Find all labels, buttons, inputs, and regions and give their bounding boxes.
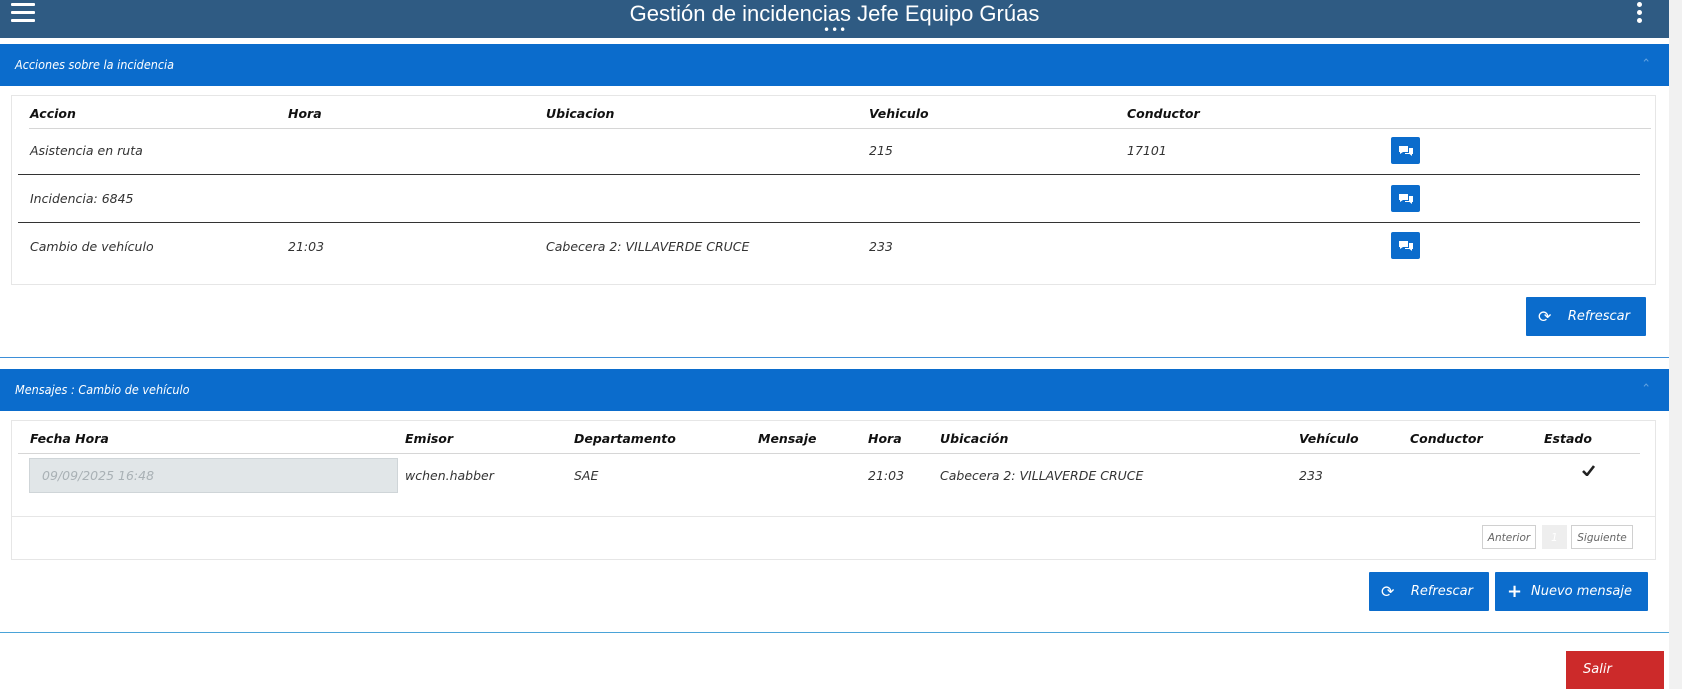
- mensajes-panel-header[interactable]: Mensajes : Cambio de vehículo ⌃: [0, 369, 1669, 411]
- row-divider: [18, 222, 1640, 223]
- col-conductor: Conductor: [1410, 431, 1483, 446]
- chevron-up-icon[interactable]: ⌃: [1641, 44, 1651, 86]
- hora-cell: 21:03: [288, 239, 325, 254]
- plus-icon: +: [1507, 581, 1523, 602]
- exit-button[interactable]: Salir: [1566, 651, 1664, 689]
- accion-cell: Asistencia en ruta: [30, 143, 143, 158]
- vehiculo-cell: 233: [869, 239, 893, 254]
- comments-icon: [1398, 145, 1413, 156]
- emisor-cell: wchen.habber: [405, 468, 494, 483]
- departamento-cell: SAE: [574, 468, 599, 483]
- col-estado: Estado: [1544, 431, 1592, 446]
- row-divider: [18, 174, 1640, 175]
- pager-prev-button[interactable]: Anterior: [1482, 525, 1536, 549]
- col-fecha-hora: Fecha Hora: [30, 431, 109, 446]
- chat-button[interactable]: [1391, 185, 1420, 212]
- col-departamento: Departamento: [574, 431, 676, 446]
- comments-icon: [1398, 240, 1413, 251]
- col-hora: Hora: [868, 431, 902, 446]
- checkmark-icon: [1582, 465, 1595, 476]
- ubicacion-cell: Cabecera 2: VILLAVERDE CRUCE: [546, 239, 750, 254]
- refresh-icon: ⟳: [1538, 307, 1552, 326]
- vehiculo-cell: 215: [869, 143, 893, 158]
- top-bar: Gestión de incidencias Jefe Equipo Grúas…: [0, 0, 1669, 38]
- chat-button[interactable]: [1391, 232, 1420, 259]
- accion-cell: Incidencia: 6845: [30, 191, 134, 206]
- section-divider: [0, 632, 1669, 633]
- pager-page-button[interactable]: 1: [1542, 525, 1567, 549]
- col-hora: Hora: [288, 106, 322, 121]
- fecha-hora-field[interactable]: 09/09/2025 16:48: [29, 458, 398, 493]
- title-dots[interactable]: •••: [823, 24, 847, 36]
- header-divider: [18, 453, 1640, 454]
- col-emisor: Emisor: [405, 431, 454, 446]
- col-accion: Accion: [30, 106, 76, 121]
- page-scrollbar[interactable]: [1669, 0, 1682, 689]
- acciones-panel-title: Acciones sobre la incidencia: [15, 57, 175, 72]
- comments-icon: [1398, 193, 1413, 204]
- pager-divider: [12, 516, 1655, 517]
- kebab-menu-icon[interactable]: [1634, 2, 1644, 26]
- accion-cell: Cambio de vehículo: [30, 239, 154, 254]
- mensajes-panel-title: Mensajes : Cambio de vehículo: [15, 382, 190, 397]
- col-conductor: Conductor: [1127, 106, 1200, 121]
- chat-button[interactable]: [1391, 137, 1420, 164]
- nuevo-mensaje-button[interactable]: + Nuevo mensaje: [1495, 572, 1648, 611]
- pager-next-button[interactable]: Siguiente: [1571, 525, 1633, 549]
- hora-cell: 21:03: [868, 468, 905, 483]
- col-ubicacion: Ubicación: [940, 431, 1009, 446]
- vehiculo-cell: 233: [1299, 468, 1323, 483]
- acciones-panel-header[interactable]: Acciones sobre la incidencia ⌃: [0, 44, 1669, 86]
- conductor-cell: 17101: [1127, 143, 1167, 158]
- section-divider: [0, 357, 1669, 358]
- refresh-icon: ⟳: [1381, 582, 1395, 601]
- acciones-refresh-button[interactable]: ⟳ Refrescar: [1526, 297, 1646, 336]
- header-divider: [29, 128, 1651, 129]
- col-vehiculo: Vehiculo: [869, 106, 929, 121]
- col-mensaje: Mensaje: [758, 431, 817, 446]
- chevron-up-icon[interactable]: ⌃: [1641, 369, 1651, 411]
- ubicacion-cell: Cabecera 2: VILLAVERDE CRUCE: [940, 468, 1144, 483]
- mensajes-refresh-button[interactable]: ⟳ Refrescar: [1369, 572, 1489, 611]
- col-vehiculo: Vehículo: [1299, 431, 1359, 446]
- acciones-table: Accion Hora Ubicacion Vehiculo Conductor…: [11, 95, 1656, 285]
- col-ubicacion: Ubicacion: [546, 106, 615, 121]
